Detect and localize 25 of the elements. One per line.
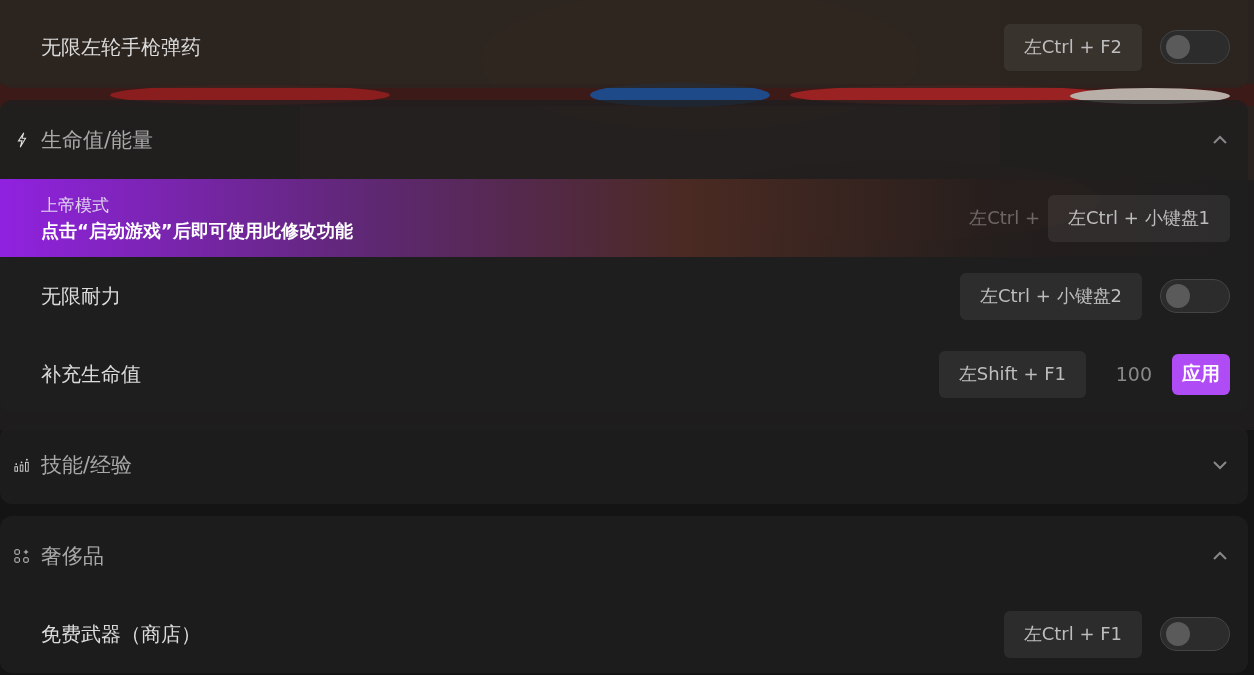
feature-label: 补充生命值 [41, 360, 142, 388]
section-title: 技能/经验 [41, 451, 134, 479]
section-title: 奢侈品 [41, 542, 105, 570]
bar-chart-icon [14, 456, 30, 473]
toggle-switch[interactable] [1160, 279, 1230, 313]
toggle-switch[interactable] [1160, 617, 1230, 651]
hotkey-label: 左Ctrl + [969, 206, 1040, 230]
apps-icon [14, 547, 30, 564]
hotkey-chip[interactable]: 左Ctrl + F1 [1003, 610, 1142, 658]
tooltip-text: 点击“启动游戏”后即可使用此修改功能 [41, 218, 354, 243]
feature-label: 免费武器（商店） [41, 620, 202, 648]
hotkey-chip[interactable]: 左Ctrl + 小键盘2 [960, 272, 1142, 320]
toggle-switch[interactable] [1160, 30, 1230, 64]
chevron-up-icon[interactable] [1212, 550, 1228, 561]
hotkey-chip[interactable]: 左Ctrl + F2 [1003, 23, 1142, 71]
feature-label: 无限耐力 [41, 282, 122, 310]
tooltip-title: 上帝模式 [41, 193, 110, 217]
hotkey-chip[interactable]: 左Shift + F1 [938, 350, 1086, 398]
feature-label: 无限左轮手枪弹药 [41, 33, 202, 61]
apply-button[interactable]: 应用 [1172, 353, 1230, 395]
hotkey-chip[interactable]: 左Ctrl + 小键盘1 [1048, 194, 1230, 242]
value-field[interactable]: 100 [1104, 362, 1154, 386]
section-title: 生命值/能量 [41, 126, 155, 154]
chevron-up-icon[interactable] [1212, 134, 1228, 145]
chevron-down-icon[interactable] [1212, 459, 1228, 470]
